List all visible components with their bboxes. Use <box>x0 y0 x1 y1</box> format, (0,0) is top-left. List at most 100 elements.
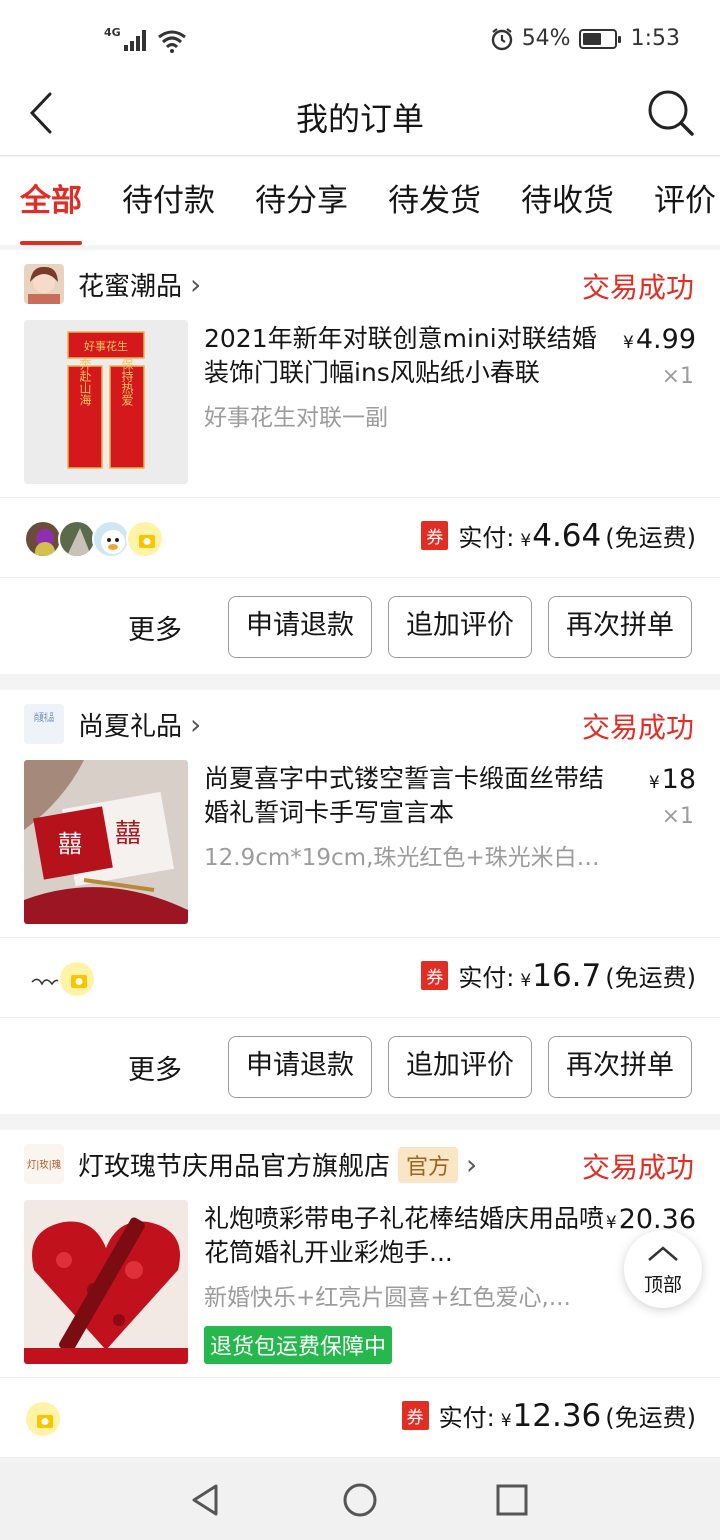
order-item[interactable]: 礼炮喷彩带电子礼花棒结婚庆用品喷花筒婚礼开业彩炮手... 新婚快乐+红亮片圆喜+… <box>0 1198 720 1378</box>
add-review-button[interactable]: 追加评价 <box>388 1036 532 1098</box>
network-indicator: 4G <box>104 26 187 53</box>
product-title: 尚夏喜字中式镂空誓言卡缎面丝带结婚礼誓词卡手写宣言本 <box>204 764 605 827</box>
nav-back-icon[interactable] <box>186 1480 226 1520</box>
chevron-right-icon: › <box>466 1147 478 1181</box>
camera-icon <box>24 1400 62 1438</box>
product-spec: 12.9cm*19cm,珠光红色+珠光米白+... <box>204 845 614 871</box>
shop-row[interactable]: 花蜜潮品 › 交易成功 <box>0 250 720 318</box>
system-nav-bar <box>0 1462 720 1540</box>
order-status: 交易成功 <box>581 271 694 304</box>
shop-row[interactable]: 灯|玫|瑰 灯玫瑰节庆用品官方旗舰店 官方 › 交易成功 <box>0 1130 720 1198</box>
regroup-button[interactable]: 再次拼单 <box>548 1036 692 1098</box>
order-card: 灯|玫|瑰 灯玫瑰节庆用品官方旗舰店 官方 › 交易成功 礼炮喷彩带电子礼花棒结… <box>0 1130 720 1458</box>
product-spec: 新婚快乐+红亮片圆喜+红色爱心,... <box>204 1285 571 1311</box>
paid-value: 16.7 <box>532 958 602 994</box>
refund-button[interactable]: 申请退款 <box>228 1036 372 1098</box>
order-status: 交易成功 <box>581 1151 694 1184</box>
xi-char-1: 囍 <box>58 830 82 858</box>
payment-row: 券 实付: ¥ 12.36 (免运费) <box>0 1378 720 1458</box>
shop-name[interactable]: 花蜜潮品 › <box>78 266 201 303</box>
group-avatars[interactable] <box>24 1400 62 1438</box>
paid-amount: 券 实付: ¥ 16.7 (免运费) <box>421 958 696 994</box>
camera-icon <box>58 960 96 998</box>
page-title: 我的订单 <box>295 100 424 138</box>
chevron-up-icon <box>648 1246 678 1261</box>
shipping-note: (免运费) <box>605 964 696 992</box>
paid-value: 4.64 <box>532 518 602 554</box>
tab-pending-share[interactable]: 待分享 <box>235 157 368 245</box>
wifi-icon <box>157 30 186 53</box>
shop-name[interactable]: 灯玫瑰节庆用品官方旗舰店 官方 › <box>78 1146 477 1183</box>
order-status: 交易成功 <box>581 711 694 744</box>
back-to-top-button[interactable]: 顶部 <box>624 1230 702 1308</box>
product-spec: 好事花生对联一副 <box>204 405 388 431</box>
order-actions: 更多 申请退款 追加评价 再次拼单 <box>0 1018 720 1114</box>
chevron-right-icon: › <box>190 267 202 301</box>
order-list: 花蜜潮品 › 交易成功 好事花生 奔赴山海 保持热爱 2021年新年对联创意mi… <box>0 250 720 1474</box>
tab-review[interactable]: 评价 <box>634 157 720 245</box>
product-title: 礼炮喷彩带电子礼花棒结婚庆用品喷花筒婚礼开业彩炮手... <box>204 1204 605 1267</box>
more-button[interactable]: 更多 <box>128 608 182 647</box>
yen-symbol: ¥ <box>605 1213 617 1233</box>
xi-char-2: 囍 <box>115 819 141 849</box>
shipping-note: (免运费) <box>605 524 696 552</box>
shop-logo-text: 灯|玫|瑰 <box>27 1158 61 1171</box>
tab-pending-shipment[interactable]: 待发货 <box>368 157 501 245</box>
status-bar: 4G 54% 1:53 <box>0 0 720 80</box>
paid-label: 实付: <box>458 524 515 552</box>
shop-avatar <box>24 264 64 304</box>
shop-avatar: 尚夏礼品 <box>24 704 64 744</box>
shop-row[interactable]: 尚夏礼品 尚夏礼品 › 交易成功 <box>0 690 720 758</box>
price-value: 4.99 <box>635 324 696 355</box>
more-button[interactable]: 更多 <box>128 1048 182 1087</box>
yen-symbol: ¥ <box>520 971 532 991</box>
order-tabs: 全部 待付款 待分享 待发货 待收货 评价 <box>0 157 720 245</box>
shop-name-text: 灯玫瑰节庆用品官方旗舰店 <box>78 1152 391 1182</box>
refund-button[interactable]: 申请退款 <box>228 596 372 658</box>
tab-pending-payment[interactable]: 待付款 <box>102 157 235 245</box>
add-review-button[interactable]: 追加评价 <box>388 596 532 658</box>
alarm-icon <box>491 27 512 50</box>
product-image[interactable]: 好事花生 奔赴山海 保持热爱 <box>24 320 188 484</box>
paid-label: 实付: <box>438 1404 495 1432</box>
payment-row: 券 实付: ¥ 16.7 (免运费) <box>0 938 720 1018</box>
payment-row: 券 实付: ¥ 4.64 (免运费) <box>0 498 720 578</box>
tab-pending-receipt[interactable]: 待收货 <box>501 157 634 245</box>
order-card: 尚夏礼品 尚夏礼品 › 交易成功 囍 囍 <box>0 690 720 1114</box>
paid-value: 12.36 <box>512 1398 602 1434</box>
product-image[interactable] <box>24 1200 188 1364</box>
tab-all[interactable]: 全部 <box>0 157 102 245</box>
shop-name[interactable]: 尚夏礼品 › <box>78 706 201 743</box>
group-avatars[interactable] <box>24 520 164 558</box>
product-image[interactable]: 囍 囍 <box>24 760 188 924</box>
regroup-button[interactable]: 再次拼单 <box>548 596 692 658</box>
group-avatars[interactable] <box>24 960 96 998</box>
search-icon[interactable] <box>646 88 696 138</box>
couplet-right-text: 保持热爱 <box>120 358 134 406</box>
product-quantity: ×1 <box>661 804 694 829</box>
avatar <box>58 520 96 558</box>
couplet-top-text: 好事花生 <box>84 339 128 353</box>
yen-symbol: ¥ <box>520 531 532 551</box>
shop-name-text: 尚夏礼品 <box>78 712 183 742</box>
yen-symbol: ¥ <box>500 1411 512 1431</box>
nav-bar: 我的订单 <box>0 80 720 156</box>
order-item[interactable]: 囍 囍 尚夏喜字中式镂空誓言卡缎面丝带结婚礼誓词卡手写宣言本 12.9cm*19… <box>0 758 720 938</box>
shop-avatar: 灯|玫|瑰 <box>24 1144 64 1184</box>
avatar <box>92 520 130 558</box>
chevron-right-icon: › <box>190 707 202 741</box>
shipping-note: (免运费) <box>605 1404 696 1432</box>
battery-percent: 54% <box>521 26 571 51</box>
order-item[interactable]: 好事花生 奔赴山海 保持热爱 2021年新年对联创意mini对联结婚装饰门联门幅… <box>0 318 720 498</box>
network-type: 4G <box>104 26 121 39</box>
battery-icon <box>578 28 621 49</box>
nav-recents-icon[interactable] <box>492 1480 532 1520</box>
nav-home-icon[interactable] <box>340 1480 380 1520</box>
order-card: 花蜜潮品 › 交易成功 好事花生 奔赴山海 保持热爱 2021年新年对联创意mi… <box>0 250 720 674</box>
paid-label: 实付: <box>458 964 515 992</box>
product-price: ¥18 <box>649 764 696 795</box>
status-right: 54% 1:53 <box>490 26 680 51</box>
signal-icon <box>123 29 146 51</box>
return-shipping-badge: 退货包运费保障中 <box>204 1326 393 1364</box>
back-to-top-label: 顶部 <box>643 1274 682 1296</box>
